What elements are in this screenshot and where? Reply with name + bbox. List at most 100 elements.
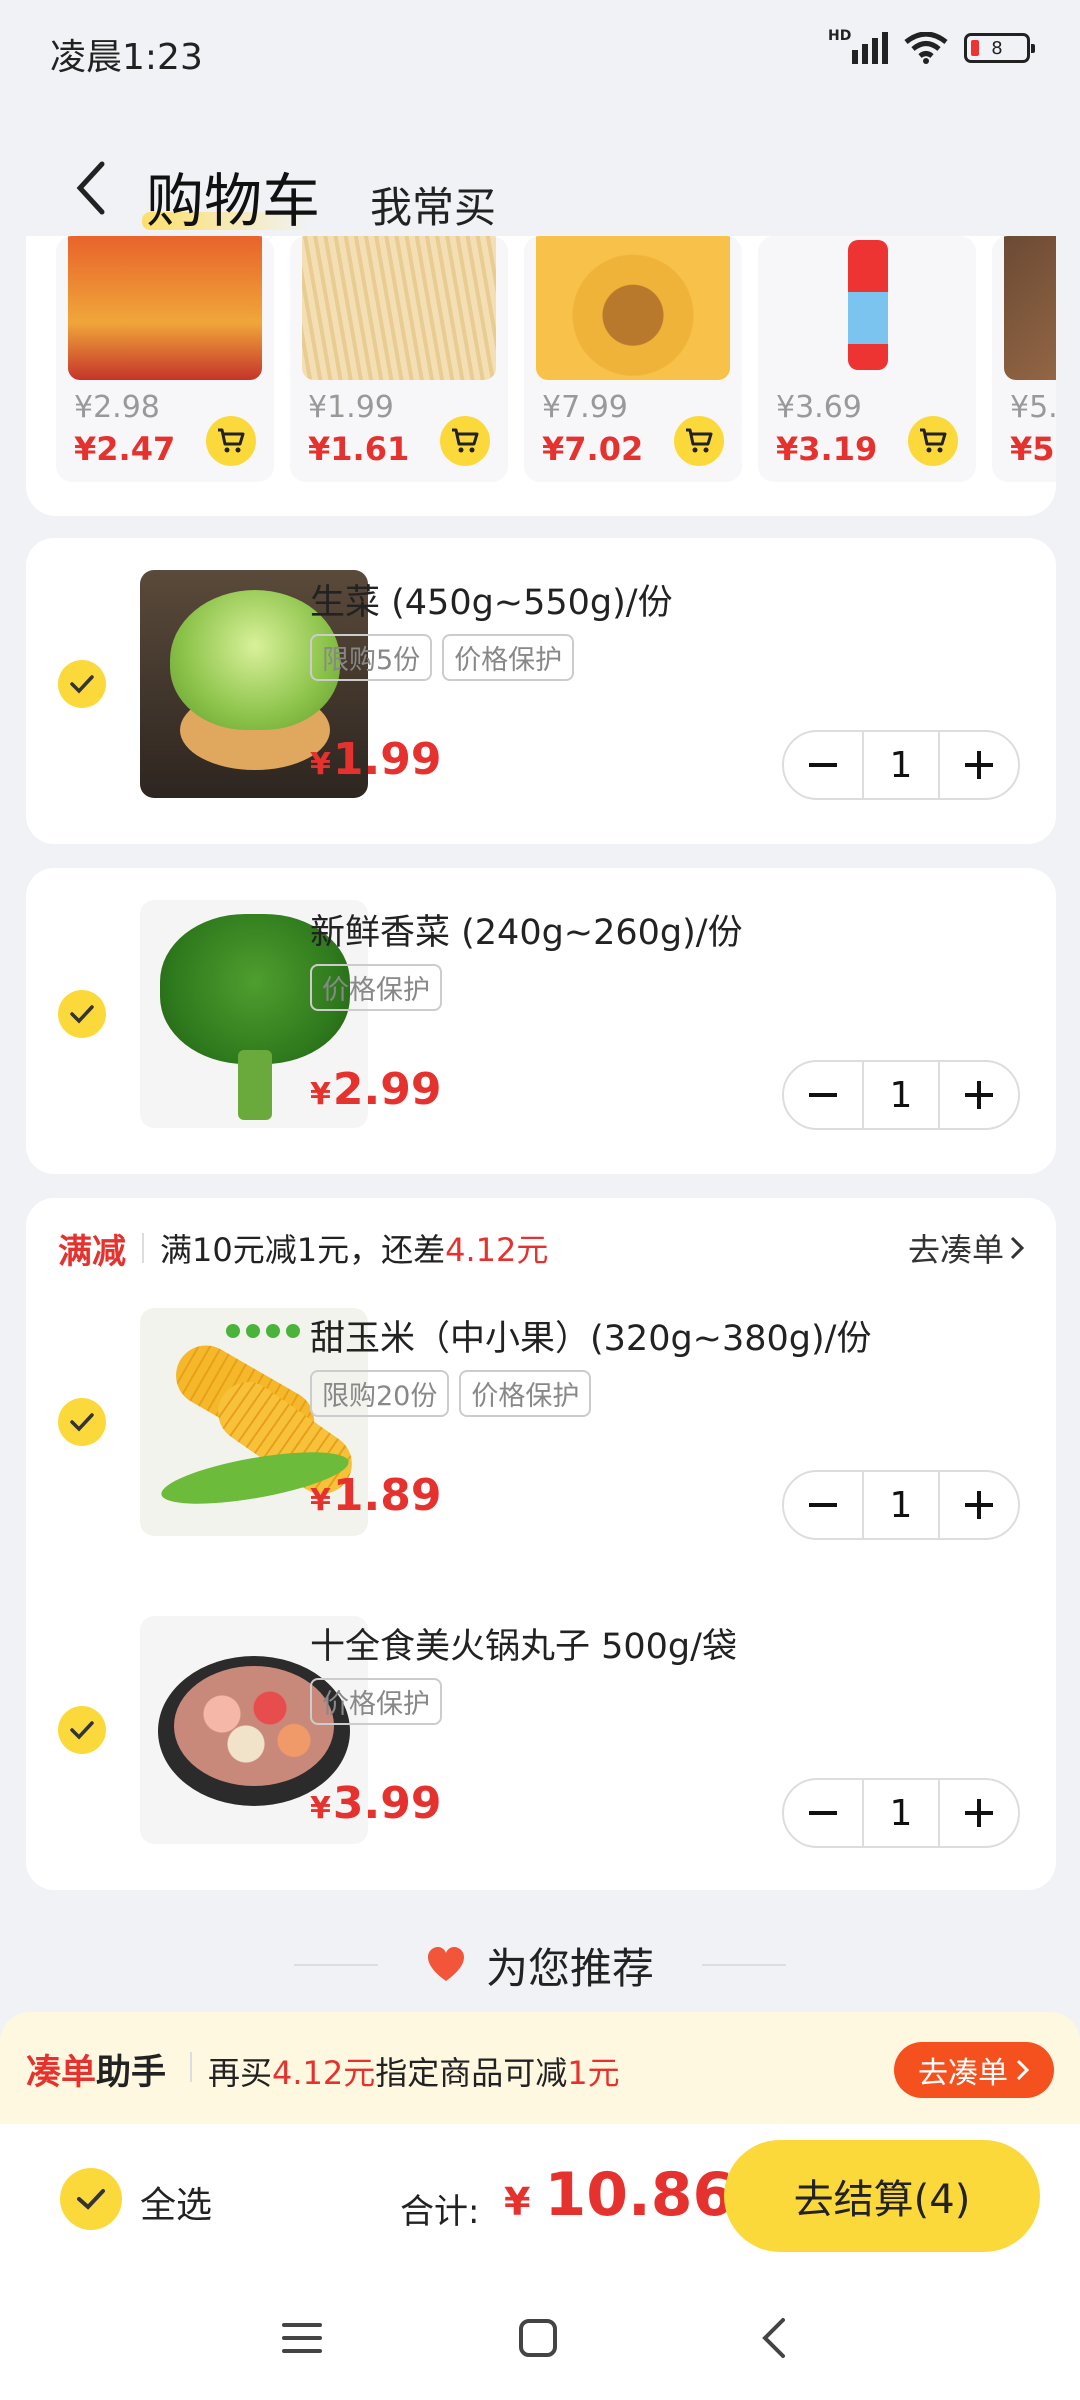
product-tag: 价格保护 — [442, 634, 575, 681]
quantity-stepper: 1 — [782, 730, 1020, 800]
select-all-checkbox[interactable] — [60, 2168, 122, 2230]
item-price: ¥7.02 — [542, 430, 644, 468]
product-name[interactable]: 生菜 (450g~550g)/份 — [310, 574, 673, 625]
recommend-header: 为您推荐 — [0, 1930, 1080, 2000]
original-price: ¥2.98 — [74, 390, 160, 425]
cart-icon — [218, 428, 245, 453]
instant-noodle-image — [536, 236, 730, 380]
select-all-label[interactable]: 全选 — [140, 2176, 212, 2228]
wifi-icon — [904, 32, 948, 64]
frequent-items-strip[interactable]: ¥2.98 ¥2.47 ¥1.99 ¥1.61 ¥7.99 ¥7.02 ¥3.6… — [26, 236, 1056, 516]
add-more-button[interactable]: 去凑单 — [894, 2042, 1054, 2098]
divider — [702, 1964, 786, 1966]
cart-item-card: 生菜 (450g~550g)/份 限购5份 价格保护 ¥1.99 1 — [26, 538, 1056, 844]
product-name[interactable]: 十全食美火锅丸子 500g/袋 — [310, 1618, 737, 1669]
divider — [190, 2052, 192, 2082]
frequent-item[interactable]: ¥7.99 ¥7.02 — [524, 236, 742, 482]
price-value: 2.99 — [332, 1064, 442, 1115]
quantity-value[interactable]: 1 — [862, 1472, 940, 1538]
status-bar: 凌晨1:23 HD 8 — [0, 0, 1080, 110]
checkout-button[interactable]: 去结算(4) — [724, 2140, 1040, 2252]
product-tag: 限购5份 — [310, 634, 433, 681]
item-price: ¥5. — [1010, 430, 1056, 468]
tab-frequent[interactable]: 我常买 — [370, 174, 496, 235]
battery-icon: 8 — [964, 33, 1035, 63]
add-more-link[interactable]: 去凑单 — [908, 1225, 1024, 1271]
minus-icon — [809, 1503, 837, 1507]
add-to-cart-button[interactable] — [674, 416, 724, 466]
add-more-label: 去凑单 — [907, 1231, 1004, 1269]
add-to-cart-button[interactable] — [908, 416, 958, 466]
item-checkbox[interactable] — [58, 1398, 106, 1446]
bundle-helper-bar: 凑单助手 再买4.12元指定商品可减1元 去凑单 — [0, 2012, 1080, 2124]
heart-icon — [427, 1947, 464, 1981]
checkout-bar: 全选 合计: ¥10.86 去结算(4) — [0, 2124, 1080, 2274]
decrease-button[interactable] — [784, 732, 862, 798]
system-nav-bar — [0, 2274, 1080, 2400]
status-time: 凌晨1:23 — [50, 37, 203, 78]
luosifen-image — [68, 236, 262, 380]
menu-icon — [282, 2323, 322, 2353]
product-tags: 价格保护 — [310, 964, 442, 1011]
item-price: ¥2.47 — [74, 430, 176, 468]
product-name[interactable]: 新鲜香菜 (240g~260g)/份 — [310, 904, 743, 955]
helper-amount: 4.12元 — [272, 2054, 376, 2092]
page-header: 购物车 我常买 — [0, 140, 1080, 240]
increase-button[interactable] — [940, 1472, 1018, 1538]
network-type-label: HD — [828, 28, 852, 44]
promo-amount: 4.12元 — [445, 1231, 549, 1269]
item-checkbox[interactable] — [58, 1706, 106, 1754]
back-button[interactable] — [70, 158, 114, 218]
decrease-button[interactable] — [784, 1472, 862, 1538]
add-to-cart-button[interactable] — [440, 416, 490, 466]
frequent-item[interactable]: ¥3.69 ¥3.19 — [758, 236, 976, 482]
home-icon — [519, 2319, 557, 2357]
frequent-item[interactable]: ¥5. ¥5. — [992, 236, 1056, 482]
currency-symbol: ¥ — [310, 747, 331, 782]
check-icon — [70, 1413, 94, 1432]
cart-icon — [452, 428, 479, 453]
increase-button[interactable] — [940, 1780, 1018, 1846]
back-nav-button[interactable] — [744, 2308, 804, 2368]
product-price: ¥2.99 — [310, 1064, 441, 1115]
quantity-value[interactable]: 1 — [862, 1780, 940, 1846]
item-checkbox[interactable] — [58, 990, 106, 1038]
menu-button[interactable] — [272, 2308, 332, 2368]
divider — [142, 1233, 144, 1263]
helper-text-1: 再买 — [208, 2054, 273, 2092]
recommend-title: 为您推荐 — [485, 1943, 654, 1993]
quantity-value[interactable]: 1 — [862, 732, 940, 798]
add-to-cart-button[interactable] — [206, 416, 256, 466]
price-value: 1.89 — [332, 1470, 442, 1521]
original-price: ¥1.99 — [308, 390, 394, 425]
decrease-button[interactable] — [784, 1780, 862, 1846]
original-price: ¥3.69 — [776, 390, 862, 425]
frequent-item[interactable]: ¥1.99 ¥1.61 — [290, 236, 508, 482]
status-icons: HD 8 — [828, 28, 1035, 64]
product-tag: 限购20份 — [310, 1370, 450, 1417]
snack-image — [1004, 236, 1056, 380]
frequent-item[interactable]: ¥2.98 ¥2.47 — [56, 236, 274, 482]
cart-icon — [686, 428, 713, 453]
item-checkbox[interactable] — [58, 660, 106, 708]
plus-icon — [965, 1491, 993, 1519]
product-name[interactable]: 甜玉米（中小果）(320g~380g)/份 — [310, 1310, 871, 1361]
signal-icon: HD — [828, 28, 888, 64]
promo-row: 满减 满10元减1元，还差4.12元 去凑单 — [58, 1218, 1024, 1278]
check-icon — [70, 1005, 94, 1024]
cart-icon — [920, 428, 947, 453]
divider — [293, 1964, 378, 1966]
promo-group-card: 满减 满10元减1元，还差4.12元 去凑单 甜玉米（中小果）(320g~380… — [26, 1198, 1056, 1890]
increase-button[interactable] — [940, 1062, 1018, 1128]
total-label: 合计: — [400, 2192, 480, 2232]
increase-button[interactable] — [940, 732, 1018, 798]
original-price: ¥7.99 — [542, 390, 628, 425]
decrease-button[interactable] — [784, 1062, 862, 1128]
home-button[interactable] — [508, 2308, 568, 2368]
quantity-value[interactable]: 1 — [862, 1062, 940, 1128]
currency-symbol: ¥ — [310, 1483, 331, 1518]
product-tags: 限购20份 价格保护 — [310, 1370, 592, 1417]
item-price: ¥3.19 — [776, 430, 878, 468]
check-icon — [77, 2189, 105, 2210]
product-price: ¥1.99 — [310, 734, 441, 785]
